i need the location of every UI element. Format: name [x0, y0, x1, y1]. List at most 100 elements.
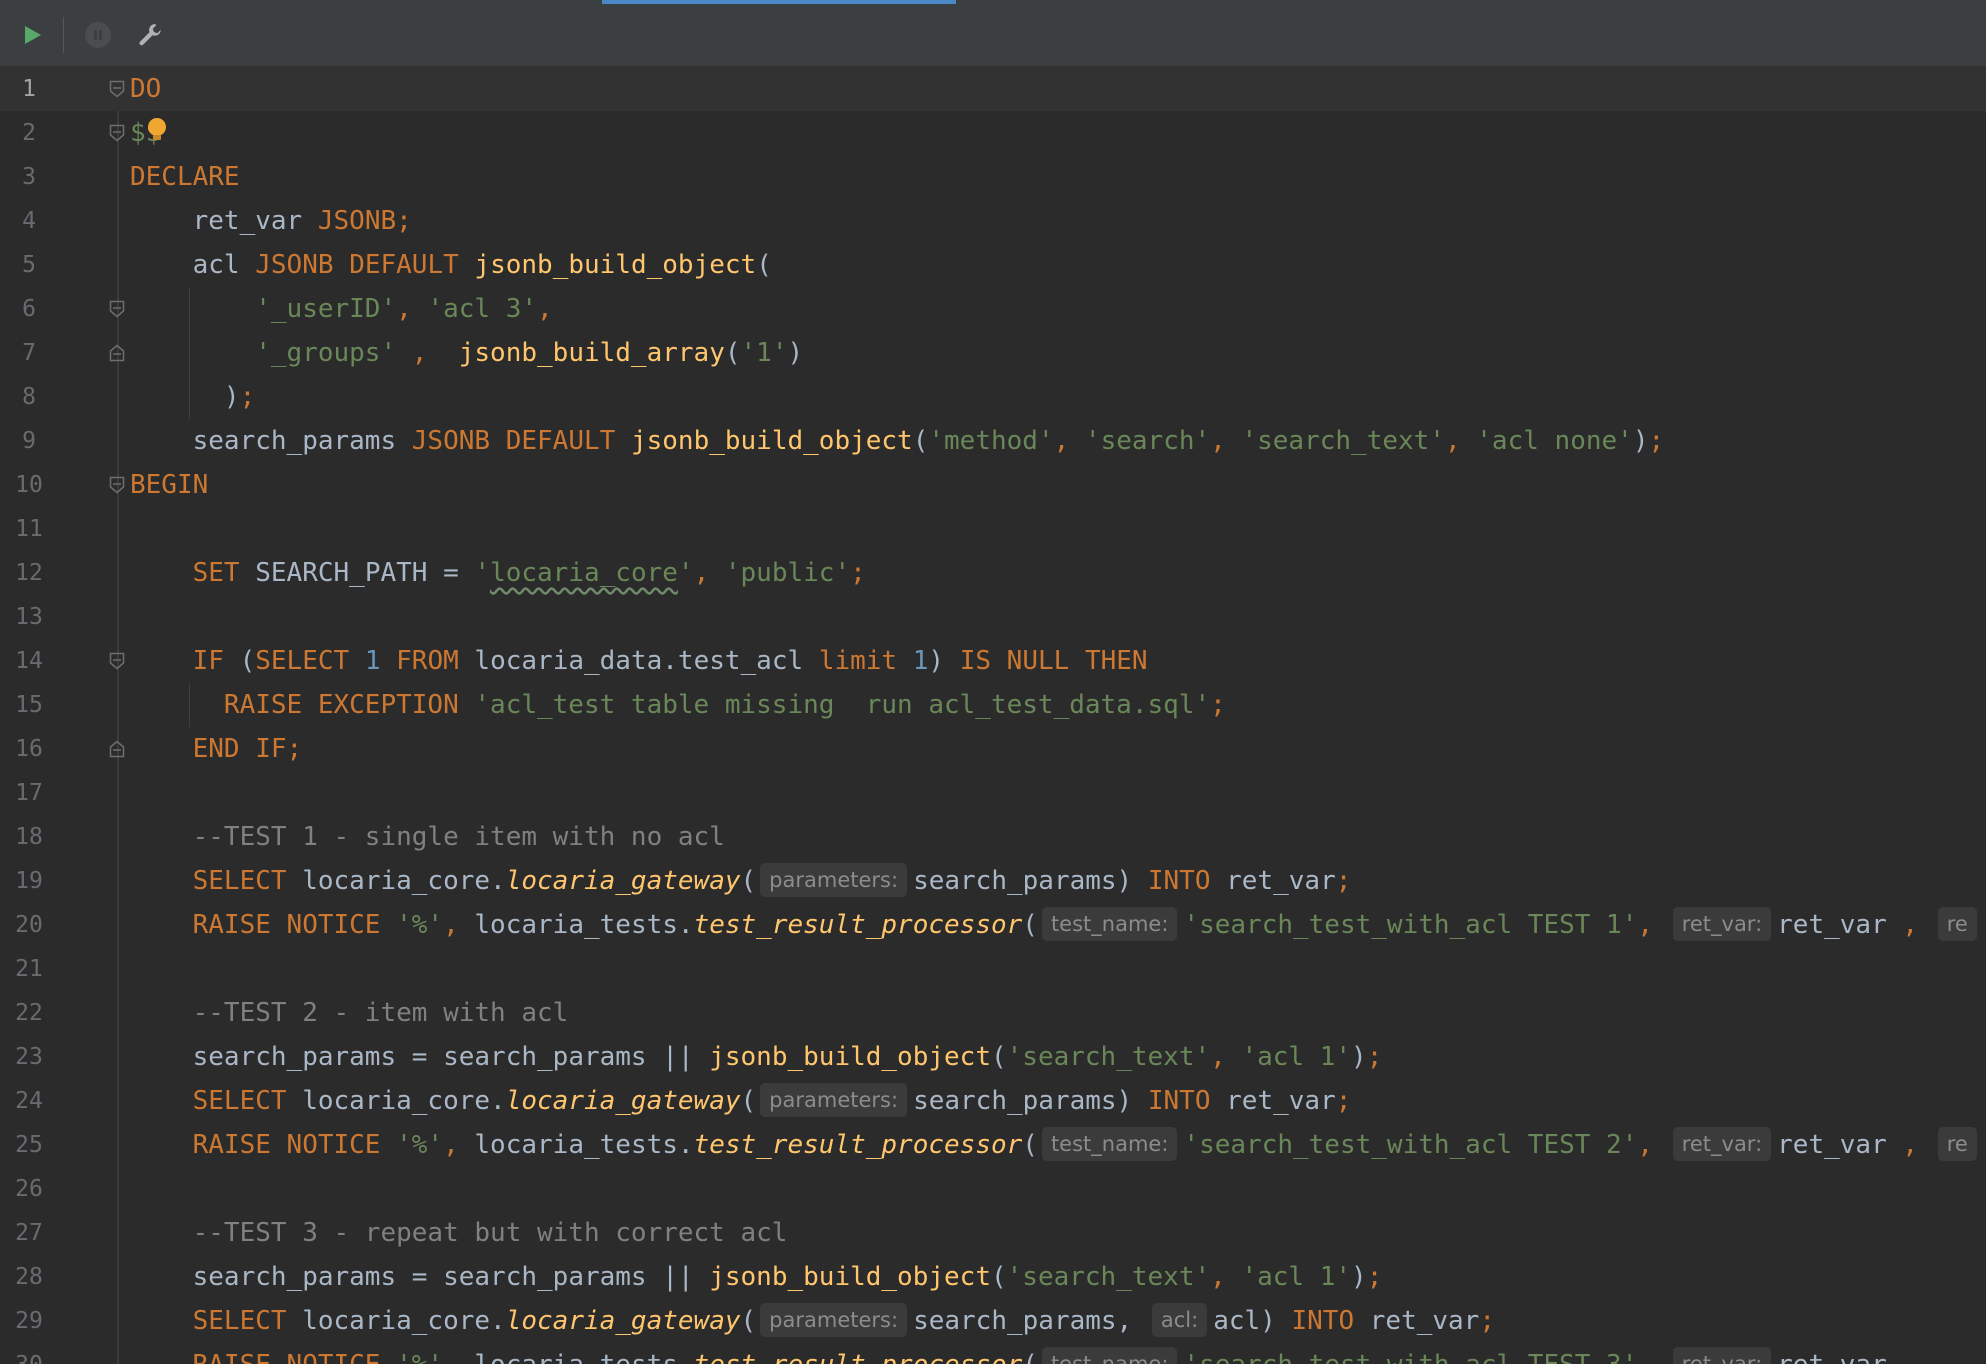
stop-button[interactable]	[74, 4, 122, 66]
code-line[interactable]: 5 acl JSONB DEFAULT jsonb_build_object(	[0, 243, 1986, 287]
code-line[interactable]: 28 search_params = search_params || json…	[0, 1255, 1986, 1299]
line-number: 28	[15, 1264, 43, 1290]
code-line[interactable]: 8 );	[0, 375, 1986, 419]
code-line[interactable]: 30 RAISE NOTICE '%', locaria_tests.test_…	[0, 1343, 1986, 1364]
parameter-hint: re	[1937, 906, 1977, 941]
code-line[interactable]: 13	[0, 595, 1986, 639]
code-line[interactable]: 21	[0, 947, 1986, 991]
line-number: 4	[22, 208, 36, 234]
code-line[interactable]: 10 BEGIN	[0, 463, 1986, 507]
line-number: 18	[15, 824, 43, 850]
code-line[interactable]: 20 RAISE NOTICE '%', locaria_tests.test_…	[0, 903, 1986, 947]
code-line[interactable]: 12 SET SEARCH_PATH = 'locaria_core', 'pu…	[0, 551, 1986, 595]
code-text: SELECT locaria_core.locaria_gateway(para…	[130, 1079, 1351, 1123]
fold-open-icon[interactable]	[109, 124, 125, 142]
line-number: 23	[15, 1044, 43, 1070]
line-number: 7	[22, 340, 36, 366]
code-text: search_params = search_params || jsonb_b…	[192, 1042, 1383, 1072]
wrench-icon	[139, 24, 161, 46]
run-button[interactable]	[8, 4, 56, 66]
line-number: 9	[22, 428, 36, 454]
code-text: END IF;	[192, 734, 303, 764]
code-text: BEGIN	[130, 470, 209, 500]
parameter-hint: acl:	[1151, 1302, 1208, 1337]
fold-open-icon[interactable]	[109, 300, 125, 318]
line-number: 13	[15, 604, 43, 630]
line-number: 2	[22, 120, 36, 146]
line-number: 3	[22, 164, 36, 190]
settings-button[interactable]	[126, 4, 174, 66]
parameter-hint: test_name:	[1041, 1126, 1178, 1161]
code-editor[interactable]: 1 DO 2 $$ 3 DECLARE 4 ret_var JSONB; 5 a…	[0, 67, 1986, 1364]
code-text: );	[223, 382, 256, 412]
code-line[interactable]: 2 $$	[0, 111, 1986, 155]
parameter-hint: re	[1937, 1126, 1977, 1161]
line-number: 14	[15, 648, 43, 674]
line-number: 6	[22, 296, 36, 322]
fold-close-icon[interactable]	[109, 344, 125, 362]
code-line[interactable]: 3 DECLARE	[0, 155, 1986, 199]
code-text: IF (SELECT 1 FROM locaria_data.test_acl …	[192, 646, 1148, 676]
fold-open-icon[interactable]	[109, 652, 125, 670]
code-text: acl JSONB DEFAULT jsonb_build_object(	[192, 250, 772, 280]
code-text: '_groups' , jsonb_build_array('1')	[255, 338, 804, 368]
code-line[interactable]: 18 --TEST 1 - single item with no acl	[0, 815, 1986, 859]
code-text: SELECT locaria_core.locaria_gateway(para…	[130, 859, 1351, 903]
code-line[interactable]: 26	[0, 1167, 1986, 1211]
parameter-hint: test_name:	[1041, 906, 1178, 941]
line-number: 15	[15, 692, 43, 718]
code-line[interactable]: 6 '_userID', 'acl 3',	[0, 287, 1986, 331]
code-line[interactable]: 9 search_params JSONB DEFAULT jsonb_buil…	[0, 419, 1986, 463]
line-number: 25	[15, 1132, 43, 1158]
code-text: --TEST 3 - repeat but with correct acl	[192, 1218, 788, 1248]
line-number: 10	[15, 472, 43, 498]
code-text: ret_var JSONB;	[192, 206, 412, 236]
code-text: RAISE NOTICE '%', locaria_tests.test_res…	[130, 1123, 1983, 1167]
parameter-hint: parameters:	[760, 862, 908, 897]
line-number: 5	[22, 252, 36, 278]
code-line[interactable]: 7 '_groups' , jsonb_build_array('1')	[0, 331, 1986, 375]
parameter-hint: parameters:	[760, 1082, 908, 1117]
code-text: SET SEARCH_PATH = 'locaria_core', 'publi…	[192, 558, 866, 588]
parameter-hint: ret_var:	[1672, 1126, 1772, 1161]
line-number: 21	[15, 956, 43, 982]
line-number: 11	[15, 516, 43, 542]
code-line[interactable]: 22 --TEST 2 - item with acl	[0, 991, 1986, 1035]
line-number: 16	[15, 736, 43, 762]
code-text: --TEST 1 - single item with no acl	[192, 822, 725, 852]
line-number: 1	[22, 76, 36, 102]
code-line[interactable]: 1 DO	[0, 67, 1986, 111]
line-number: 26	[15, 1176, 43, 1202]
code-line[interactable]: 17	[0, 771, 1986, 815]
code-text: RAISE NOTICE '%', locaria_tests.test_res…	[130, 1343, 1887, 1364]
line-number: 12	[15, 560, 43, 586]
code-line[interactable]: 16 END IF;	[0, 727, 1986, 771]
code-line[interactable]: 25 RAISE NOTICE '%', locaria_tests.test_…	[0, 1123, 1986, 1167]
code-text: '_userID', 'acl 3',	[255, 294, 553, 324]
lightbulb-icon[interactable]	[146, 117, 168, 143]
code-text: RAISE EXCEPTION 'acl_test table missing …	[223, 690, 1226, 720]
code-line[interactable]: 11	[0, 507, 1986, 551]
code-text: --TEST 2 - item with acl	[192, 998, 569, 1028]
code-line[interactable]: 23 search_params = search_params || json…	[0, 1035, 1986, 1079]
code-text: search_params = search_params || jsonb_b…	[192, 1262, 1383, 1292]
line-number: 17	[15, 780, 43, 806]
fold-close-icon[interactable]	[109, 740, 125, 758]
fold-open-icon[interactable]	[109, 476, 125, 494]
line-number: 24	[15, 1088, 43, 1114]
fold-open-icon[interactable]	[109, 80, 125, 98]
code-line[interactable]: 14 IF (SELECT 1 FROM locaria_data.test_a…	[0, 639, 1986, 683]
code-line[interactable]: 4 ret_var JSONB;	[0, 199, 1986, 243]
code-text: search_params JSONB DEFAULT jsonb_build_…	[192, 426, 1665, 456]
code-line[interactable]: 15 RAISE EXCEPTION 'acl_test table missi…	[0, 683, 1986, 727]
code-line[interactable]: 29 SELECT locaria_core.locaria_gateway(p…	[0, 1299, 1986, 1343]
line-number: 20	[15, 912, 43, 938]
code-text: SELECT locaria_core.locaria_gateway(para…	[130, 1299, 1495, 1343]
toolbar-separator	[63, 17, 64, 53]
code-text: DECLARE	[130, 162, 240, 192]
code-line[interactable]: 27 --TEST 3 - repeat but with correct ac…	[0, 1211, 1986, 1255]
line-number: 19	[15, 868, 43, 894]
line-number: 30	[0, 1343, 58, 1364]
code-line[interactable]: 19 SELECT locaria_core.locaria_gateway(p…	[0, 859, 1986, 903]
code-line[interactable]: 24 SELECT locaria_core.locaria_gateway(p…	[0, 1079, 1986, 1123]
